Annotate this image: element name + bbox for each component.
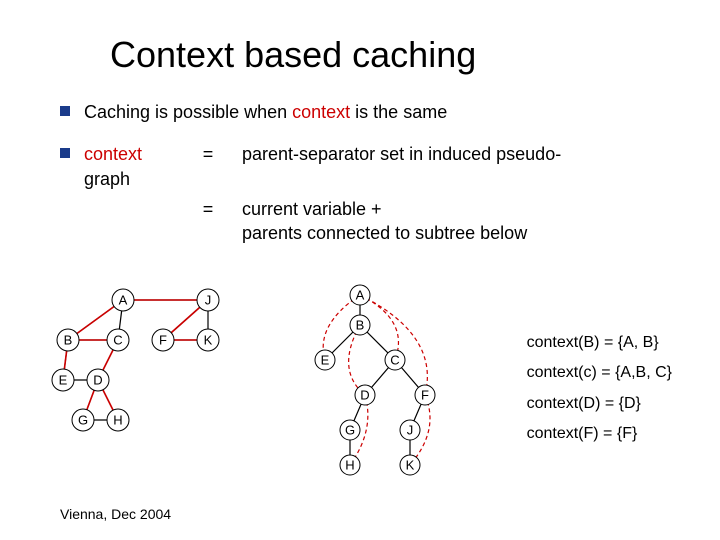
node-C: C xyxy=(107,329,129,351)
footer-text: Vienna, Dec 2004 xyxy=(60,506,171,522)
svg-text:H: H xyxy=(113,413,122,428)
tree-node-C: C xyxy=(385,350,405,370)
tree-node-E: E xyxy=(315,350,335,370)
context-c: context(c) = {A,B, C} xyxy=(527,358,672,388)
b2-lhs-l1: context xyxy=(84,144,142,164)
svg-text:D: D xyxy=(360,388,369,403)
svg-text:C: C xyxy=(390,353,399,368)
bullet-icon xyxy=(60,148,70,158)
context-f: context(F) = {F} xyxy=(527,419,672,449)
tree-node-G: G xyxy=(340,420,360,440)
node-B: B xyxy=(57,329,79,351)
svg-text:E: E xyxy=(59,373,68,388)
context-d: context(D) = {D} xyxy=(527,389,672,419)
svg-text:D: D xyxy=(93,373,102,388)
svg-text:G: G xyxy=(345,423,355,438)
svg-text:G: G xyxy=(78,413,88,428)
svg-text:K: K xyxy=(204,333,213,348)
tree-node-D: D xyxy=(355,385,375,405)
svg-text:E: E xyxy=(321,353,330,368)
b2-rhs2-l1: current variable + xyxy=(242,199,382,219)
b2-lhs-l2: graph xyxy=(84,169,130,189)
node-D: D xyxy=(87,369,109,391)
bullet-1: Caching is possible when context is the … xyxy=(60,100,680,124)
node-H: H xyxy=(107,409,129,431)
b2-eq2: = xyxy=(188,197,228,246)
right-tree: A B E C D F G J H K xyxy=(280,280,460,515)
bullet1-pre: Caching is possible when xyxy=(84,102,292,122)
slide-title: Context based caching xyxy=(110,34,680,76)
tree-node-J: J xyxy=(400,420,420,440)
svg-text:H: H xyxy=(345,458,354,473)
svg-text:A: A xyxy=(356,288,365,303)
b2-rhs1: parent-separator set in induced pseudo- xyxy=(242,142,561,191)
bullet1-context-word: context xyxy=(292,102,350,122)
node-J: J xyxy=(197,289,219,311)
b2-eq1: = xyxy=(188,142,228,191)
svg-text:C: C xyxy=(113,333,122,348)
node-K: K xyxy=(197,329,219,351)
node-F: F xyxy=(152,329,174,351)
svg-text:B: B xyxy=(356,318,365,333)
svg-text:J: J xyxy=(407,423,414,438)
svg-text:K: K xyxy=(406,458,415,473)
tree-node-F: F xyxy=(415,385,435,405)
svg-text:F: F xyxy=(421,388,429,403)
svg-text:F: F xyxy=(159,333,167,348)
left-graph: A J B C F K E D G H xyxy=(48,280,258,495)
context-b: context(B) = {A, B} xyxy=(527,328,672,358)
bullet-icon xyxy=(60,106,70,116)
b2-rhs2-l2: parents connected to subtree below xyxy=(242,223,527,243)
tree-node-H: H xyxy=(340,455,360,475)
svg-text:A: A xyxy=(119,293,128,308)
tree-node-B: B xyxy=(350,315,370,335)
tree-node-K: K xyxy=(400,455,420,475)
svg-text:B: B xyxy=(64,333,73,348)
tree-node-A: A xyxy=(350,285,370,305)
node-E: E xyxy=(52,369,74,391)
node-G: G xyxy=(72,409,94,431)
context-list: context(B) = {A, B} context(c) = {A,B, C… xyxy=(527,328,672,450)
svg-text:J: J xyxy=(205,293,212,308)
bullet1-post: is the same xyxy=(350,102,447,122)
node-A: A xyxy=(112,289,134,311)
bullet-2: context graph = parent-separator set in … xyxy=(60,142,680,245)
